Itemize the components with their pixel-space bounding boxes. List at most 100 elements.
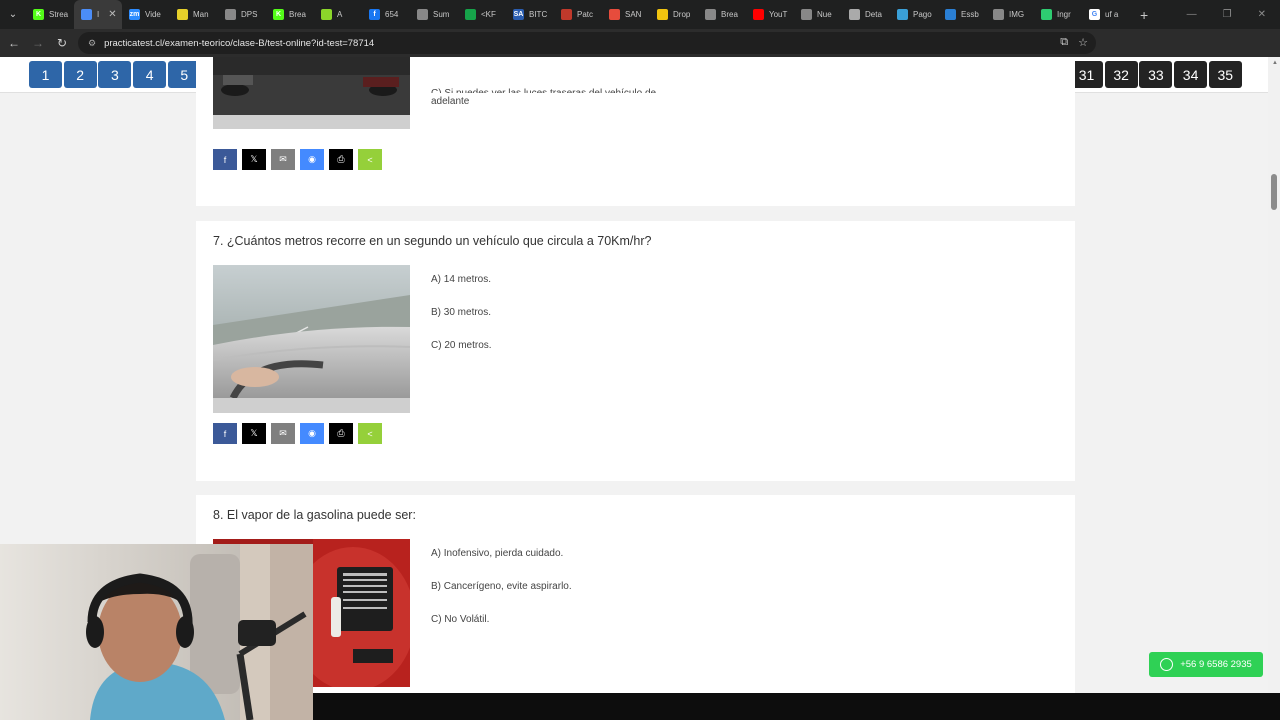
answer-c[interactable]: C) No Volátil. [431, 613, 572, 627]
browser-tab[interactable]: Nue [794, 0, 842, 29]
messenger-share-icon[interactable]: ◉ [300, 149, 324, 170]
answer-c[interactable]: C) Si puedes ver las luces traseras del … [431, 85, 656, 110]
question-nav-button-33[interactable]: 33 [1139, 61, 1173, 88]
page-scrollbar[interactable]: ▲ [1268, 57, 1280, 720]
question-nav-button-4[interactable]: 4 [133, 61, 167, 88]
question-nav-button-34[interactable]: 34 [1174, 61, 1208, 88]
tab-title: 654 [385, 10, 399, 19]
question-nav-button-32[interactable]: 32 [1104, 61, 1138, 88]
browser-toolbar: ← → ↻ ⚙ practicatest.cl/examen-teorico/c… [0, 29, 1280, 79]
forward-arrow-icon[interactable]: → [26, 29, 50, 57]
print-share-icon[interactable]: ⎙ [329, 149, 353, 170]
facebook-share-icon[interactable]: f [213, 423, 237, 444]
tab-favicon-icon [801, 9, 812, 20]
email-share-icon[interactable]: ✉ [271, 423, 295, 444]
whatsapp-label: +56 9 6586 2935 [1180, 659, 1252, 670]
tab-strip: K Strea I ✕ zm Vide Man DPS K Brea Af 654 Sum <KF SA BI… [26, 0, 1130, 29]
messenger-share-icon[interactable]: ◉ [300, 423, 324, 444]
browser-tab[interactable]: K Brea [266, 0, 314, 29]
browser-tab[interactable]: Deta [842, 0, 890, 29]
answer-b[interactable]: B) 30 metros. [431, 306, 492, 320]
facebook-share-icon[interactable]: f [213, 149, 237, 170]
tab-favicon-icon [897, 9, 908, 20]
whatsapp-icon [1160, 658, 1174, 671]
browser-tab[interactable]: Sum [410, 0, 458, 29]
minimize-icon[interactable]: — [1187, 9, 1197, 20]
tab-title: Man [193, 10, 209, 19]
tab-favicon-icon [1041, 9, 1052, 20]
tab-favicon-icon [465, 9, 476, 20]
tab-title: Deta [865, 10, 882, 19]
tab-close-icon[interactable]: ✕ [108, 9, 116, 20]
question-nav-button-35[interactable]: 35 [1208, 61, 1242, 88]
tab-title: Sum [433, 10, 450, 19]
question-nav-button-2[interactable]: 2 [63, 61, 97, 88]
tab-favicon-icon: zm [129, 9, 140, 20]
twitter-share-icon[interactable]: 𝕏 [242, 149, 266, 170]
bookmark-star-icon[interactable]: ☆ [1078, 36, 1088, 49]
browser-tab[interactable]: Pago [890, 0, 938, 29]
browser-tab[interactable]: Essb [938, 0, 986, 29]
tab-title: BITC [529, 10, 548, 19]
browser-tab[interactable]: K Strea [26, 0, 74, 29]
browser-tab[interactable]: Man [170, 0, 218, 29]
email-share-icon[interactable]: ✉ [271, 149, 295, 170]
maximize-icon[interactable]: ❐ [1223, 9, 1232, 20]
tab-title: YouT [769, 10, 788, 19]
browser-tab[interactable]: Drop [650, 0, 698, 29]
close-window-icon[interactable]: ✕ [1258, 9, 1266, 20]
browser-tab[interactable]: <KF [458, 0, 506, 29]
browser-tab[interactable]: A [314, 0, 362, 29]
browser-tab[interactable]: I ✕ [74, 0, 122, 29]
site-info-icon[interactable]: ⚙ [88, 38, 96, 49]
window-controls: — ❐ ✕ [1187, 0, 1280, 29]
answer-a[interactable]: A) Inofensivo, pierda cuidado. [431, 547, 572, 561]
tab-title: Brea [721, 10, 738, 19]
browser-tab[interactable]: SAN [602, 0, 650, 29]
answer-c-line: adelante [431, 96, 470, 107]
sharethis-share-icon[interactable]: < [358, 149, 382, 170]
browser-tab[interactable]: Guf a [1082, 0, 1130, 29]
scroll-up-icon[interactable]: ▲ [1272, 60, 1278, 66]
tab-favicon-icon: K [33, 9, 44, 20]
tab-title: A [337, 10, 343, 19]
tab-title: Essb [961, 10, 979, 19]
browser-tab[interactable]: YouT [746, 0, 794, 29]
tab-title: Brea [289, 10, 306, 19]
browser-tab[interactable]: f 654 [362, 0, 410, 29]
answer-c[interactable]: C) 20 metros. [431, 339, 492, 353]
url-text: practicatest.cl/examen-teorico/clase-B/t… [104, 37, 375, 49]
tab-title: Patc [577, 10, 594, 19]
tab-favicon-icon [81, 9, 92, 20]
sharethis-share-icon[interactable]: < [358, 423, 382, 444]
question-card-8: 8. El vapor de la gasolina puede ser: A)… [196, 495, 1075, 720]
scroll-thumb[interactable] [1271, 174, 1277, 210]
browser-tab[interactable]: IMG [986, 0, 1034, 29]
tab-title: Strea [49, 10, 69, 19]
tab-search-icon[interactable]: ⌄ [0, 0, 26, 29]
browser-tab[interactable]: Ingr [1034, 0, 1082, 29]
twitter-share-icon[interactable]: 𝕏 [242, 423, 266, 444]
back-arrow-icon[interactable]: ← [2, 29, 26, 57]
answer-a[interactable]: A) 14 metros. [431, 273, 492, 287]
answer-b[interactable]: B) Cancerígeno, evite aspirarlo. [431, 580, 572, 594]
new-tab-button[interactable]: + [1130, 7, 1158, 23]
print-share-icon[interactable]: ⎙ [329, 423, 353, 444]
share-bar: f 𝕏 ✉ ◉ ⎙ < [213, 423, 382, 444]
question-nav-button-1[interactable]: 1 [29, 61, 62, 88]
browser-tab[interactable]: DPS [218, 0, 266, 29]
browser-tab[interactable]: zm Vide [122, 0, 170, 29]
tab-favicon-icon [705, 9, 716, 20]
browser-tab[interactable]: Patc [554, 0, 602, 29]
browser-tab[interactable]: SA BITC [506, 0, 554, 29]
url-bar[interactable]: ⚙ practicatest.cl/examen-teorico/clase-B… [78, 32, 1096, 54]
tab-favicon-icon [849, 9, 860, 20]
browser-tab[interactable]: Brea [698, 0, 746, 29]
question-nav-button-3[interactable]: 3 [98, 61, 132, 88]
reload-icon[interactable]: ↻ [50, 29, 74, 57]
question-title: 7. ¿Cuántos metros recorre en un segundo… [213, 234, 652, 248]
whatsapp-button[interactable]: +56 9 6586 2935 [1149, 652, 1263, 677]
tab-favicon-icon: f [369, 9, 380, 20]
install-app-icon[interactable]: ⧉ [1060, 36, 1068, 49]
tab-favicon-icon [321, 9, 332, 20]
